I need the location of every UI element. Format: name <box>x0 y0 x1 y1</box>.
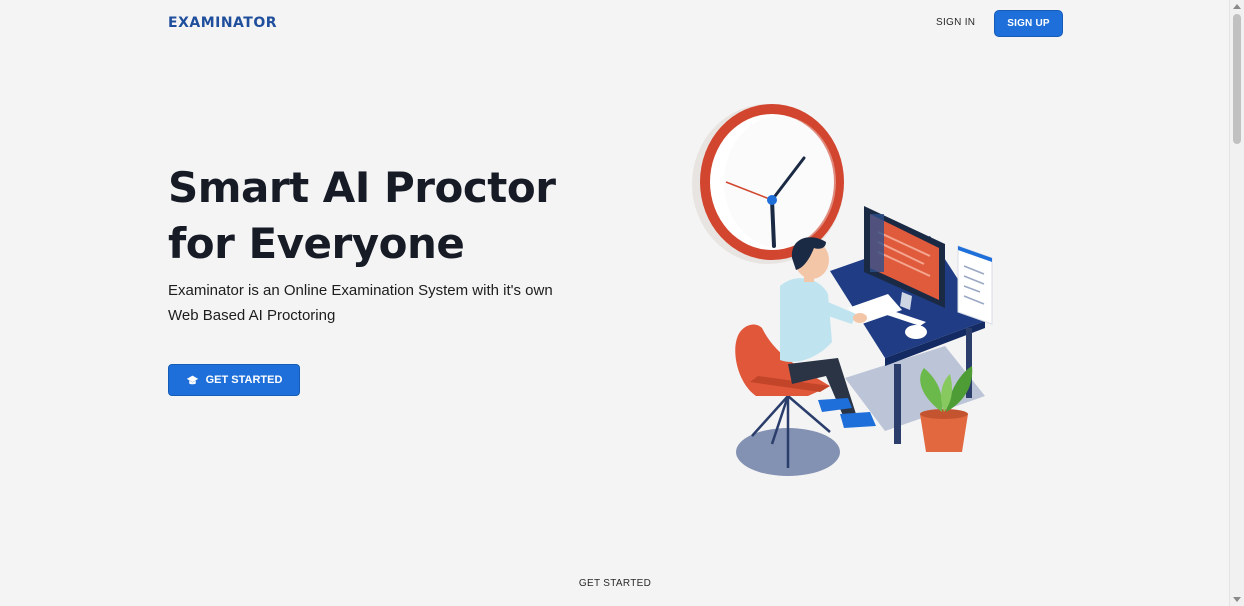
scroll-up-arrow-icon[interactable] <box>1233 4 1241 9</box>
graduation-cap-icon <box>186 375 198 384</box>
hero-title: Smart AI Proctor for Everyone <box>168 160 608 272</box>
hero-description: Examinator is an Online Examination Syst… <box>168 278 618 328</box>
footer-get-started-link[interactable]: GET STARTED <box>0 578 1230 589</box>
landing-page: EXAMINATOR SIGN IN SIGN UP Smart AI Proc… <box>0 0 1244 606</box>
scroll-down-arrow-icon[interactable] <box>1233 597 1241 602</box>
person-at-desk-with-clock-illustration <box>692 104 993 476</box>
get-started-button[interactable]: GET STARTED <box>168 364 300 396</box>
hero-title-line-2: for Everyone <box>168 219 465 268</box>
scrollbar-thumb[interactable] <box>1233 14 1241 144</box>
navbar: EXAMINATOR SIGN IN SIGN UP <box>0 0 1230 48</box>
document-panel-graphic <box>957 245 993 325</box>
sign-in-link[interactable]: SIGN IN <box>936 17 975 28</box>
hero-description-line-2: Web Based AI Proctoring <box>168 307 336 324</box>
hero-description-line-1: Examinator is an Online Examination Syst… <box>168 282 553 299</box>
hero-title-line-1: Smart AI Proctor <box>168 163 556 212</box>
page-scrollbar[interactable] <box>1229 0 1244 606</box>
get-started-label: GET STARTED <box>205 374 283 386</box>
brand-logo[interactable]: EXAMINATOR <box>168 15 277 31</box>
sign-up-button[interactable]: SIGN UP <box>994 10 1063 37</box>
